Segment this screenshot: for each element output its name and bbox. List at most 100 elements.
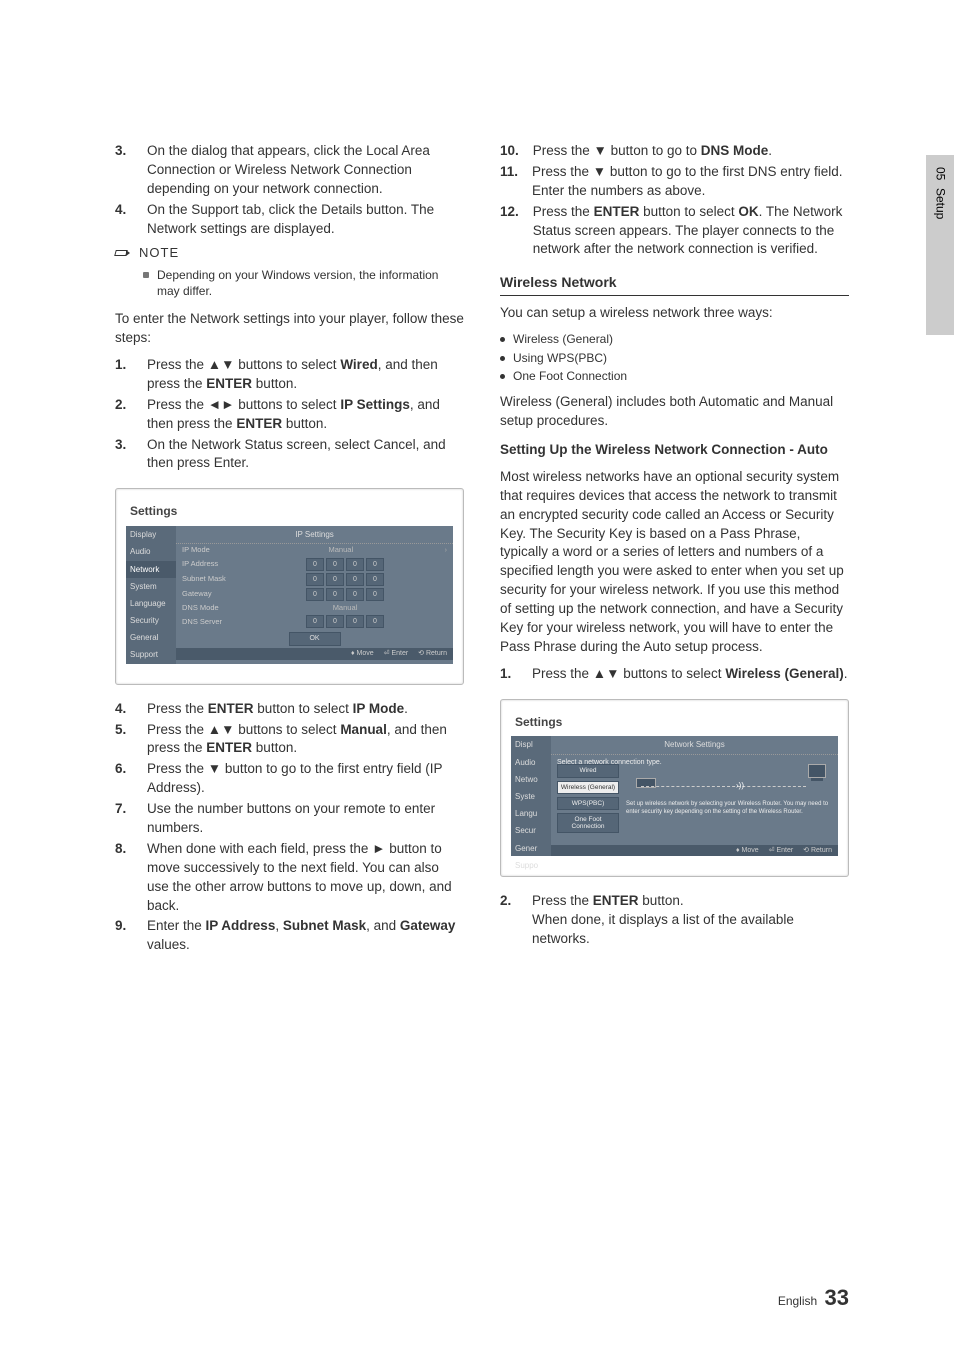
wireless-desc: Wireless (General) includes both Automat… — [500, 393, 849, 431]
list-step: 4. On the Support tab, click the Details… — [115, 201, 464, 239]
menu-item[interactable]: Netwo — [511, 771, 551, 788]
ip-field[interactable]: 0 — [306, 573, 324, 586]
menu-item[interactable]: Syste — [511, 788, 551, 805]
menu-item[interactable]: Audio — [511, 754, 551, 771]
chapter-number: 05 — [932, 167, 949, 180]
ip-field[interactable]: 0 — [346, 573, 364, 586]
settings-content: Network Settings Select a network connec… — [551, 736, 838, 856]
connection-option-button[interactable]: One Foot Connection — [557, 813, 619, 833]
step-text: On the Network Status screen, select Can… — [147, 436, 464, 474]
list-step: 6. Press the ▼ button to go to the first… — [115, 760, 464, 798]
menu-item[interactable]: Security — [126, 612, 176, 629]
step-text: On the Support tab, click the Details bu… — [147, 201, 464, 239]
connection-option-button[interactable]: WPS(PBC) — [557, 797, 619, 810]
step-text: Use the number buttons on your remote to… — [147, 800, 464, 838]
menu-item[interactable]: General — [126, 629, 176, 646]
ip-field[interactable]: 0 — [326, 615, 344, 628]
menu-item[interactable]: Audio — [126, 543, 176, 560]
note-label: NOTE — [139, 244, 179, 262]
step-text: Enter the IP Address, Subnet Mask, and G… — [147, 917, 464, 955]
menu-item[interactable]: System — [126, 578, 176, 595]
note-heading: NOTE — [115, 244, 464, 262]
ip-field[interactable]: 0 — [326, 573, 344, 586]
menu-item[interactable]: Support — [126, 646, 176, 663]
settings-sidebar: DisplayAudioNetworkSystemLanguageSecurit… — [126, 526, 176, 664]
auto-paragraph: Most wireless networks have an optional … — [500, 468, 849, 657]
step-text: Press the ▼ button to go to the first en… — [147, 760, 464, 798]
wireless-intro: You can setup a wireless network three w… — [500, 304, 849, 323]
square-bullet-icon — [143, 272, 149, 278]
step-text: When done with each field, press the ► b… — [147, 840, 464, 916]
ip-field[interactable]: 0 — [306, 558, 324, 571]
panel-header: IP Settings — [176, 526, 453, 544]
list-step: 12. Press the ENTER button to select OK.… — [500, 203, 849, 260]
ip-field[interactable]: 0 — [366, 558, 384, 571]
left-column: 3. On the dialog that appears, click the… — [115, 140, 464, 957]
ip-settings-panel: Settings DisplayAudioNetworkSystemLangua… — [115, 488, 464, 684]
ip-field[interactable]: 0 — [326, 558, 344, 571]
wifi-icon: ›)) — [736, 780, 744, 791]
settings-sidebar: DisplAudioNetwoSysteLanguSecurGenerSuppo — [511, 736, 551, 856]
ip-field[interactable]: 0 — [346, 615, 364, 628]
step-text: On the dialog that appears, click the Lo… — [147, 142, 464, 199]
step-text: Press the ENTER button to select IP Mode… — [147, 700, 464, 719]
step-text: Press the ▲▼ buttons to select Wireless … — [532, 665, 849, 684]
menu-item[interactable]: Suppo — [511, 857, 551, 874]
panel-hints: ♦ Move ⏎ Enter ⟲ Return — [176, 648, 453, 660]
ip-field[interactable]: 0 — [366, 573, 384, 586]
menu-item[interactable]: Gener — [511, 840, 551, 857]
step-text: Press the ENTER button to select OK. The… — [533, 203, 849, 260]
menu-item[interactable]: Secur — [511, 822, 551, 839]
bullet-icon — [500, 337, 505, 342]
wireless-illustration: ›)) — [631, 764, 826, 796]
bullet-icon — [500, 356, 505, 361]
auto-heading: Setting Up the Wireless Network Connecti… — [500, 441, 849, 460]
menu-item[interactable]: Language — [126, 595, 176, 612]
menu-item[interactable]: Network — [126, 561, 176, 578]
menu-item[interactable]: Langu — [511, 805, 551, 822]
section-tab: 05 Setup — [926, 155, 954, 335]
list-step: 4. Press the ENTER button to select IP M… — [115, 700, 464, 719]
step-text: Press the ▼ button to go to DNS Mode. — [533, 142, 849, 161]
ok-button[interactable]: OK — [289, 632, 341, 646]
ip-field[interactable]: 0 — [346, 558, 364, 571]
bullet-item: Using WPS(PBC) — [500, 350, 849, 367]
list-step: 1. Press the ▲▼ buttons to select Wired,… — [115, 356, 464, 394]
panel-title: Settings — [130, 503, 453, 520]
ip-field[interactable]: 0 — [366, 588, 384, 601]
ip-field[interactable]: 0 — [306, 588, 324, 601]
bullet-icon — [500, 374, 505, 379]
language-label: English — [778, 1294, 817, 1308]
menu-item[interactable]: Display — [126, 526, 176, 543]
list-step: 3. On the dialog that appears, click the… — [115, 142, 464, 199]
list-step: 8. When done with each field, press the … — [115, 840, 464, 916]
list-step: 10. Press the ▼ button to go to DNS Mode… — [500, 142, 849, 161]
step-text: Press the ENTER button.When done, it dis… — [532, 892, 849, 949]
panel-hints: ♦ Move ⏎ Enter ⟲ Return — [551, 845, 838, 857]
step-text: Press the ▲▼ buttons to select Manual, a… — [147, 721, 464, 759]
note-icon — [115, 248, 131, 260]
intro-text: To enter the Network settings into your … — [115, 310, 464, 348]
ip-field[interactable]: 0 — [326, 588, 344, 601]
step-text: Press the ▼ button to go to the first DN… — [532, 163, 849, 201]
settings-content: IP Settings IP ModeManual›IP Address0000… — [176, 526, 453, 664]
ip-field[interactable]: 0 — [306, 615, 324, 628]
note-item: Depending on your Windows version, the i… — [143, 267, 464, 301]
ip-field[interactable]: 0 — [366, 615, 384, 628]
ip-field[interactable]: 0 — [346, 588, 364, 601]
menu-item[interactable]: Displ — [511, 736, 551, 753]
right-column: 10. Press the ▼ button to go to DNS Mode… — [500, 140, 849, 957]
connection-option-button[interactable]: Wired — [557, 764, 619, 777]
page-footer: English 33 — [778, 1283, 849, 1314]
list-step: 2. Press the ENTER button.When done, it … — [500, 892, 849, 949]
bullet-item: Wireless (General) — [500, 331, 849, 348]
list-step: 5. Press the ▲▼ buttons to select Manual… — [115, 721, 464, 759]
step-text: Press the ◄► buttons to select IP Settin… — [147, 396, 464, 434]
list-step: 9. Enter the IP Address, Subnet Mask, an… — [115, 917, 464, 955]
bullet-item: One Foot Connection — [500, 368, 849, 385]
connection-option-button[interactable]: Wireless (General) — [557, 781, 619, 794]
wireless-heading: Wireless Network — [500, 273, 849, 296]
section-name: Setup — [932, 188, 949, 219]
step-text: Press the ▲▼ buttons to select Wired, an… — [147, 356, 464, 394]
connection-type-list: Wired Wireless (General) WPS(PBC) One Foot … — [557, 764, 619, 836]
